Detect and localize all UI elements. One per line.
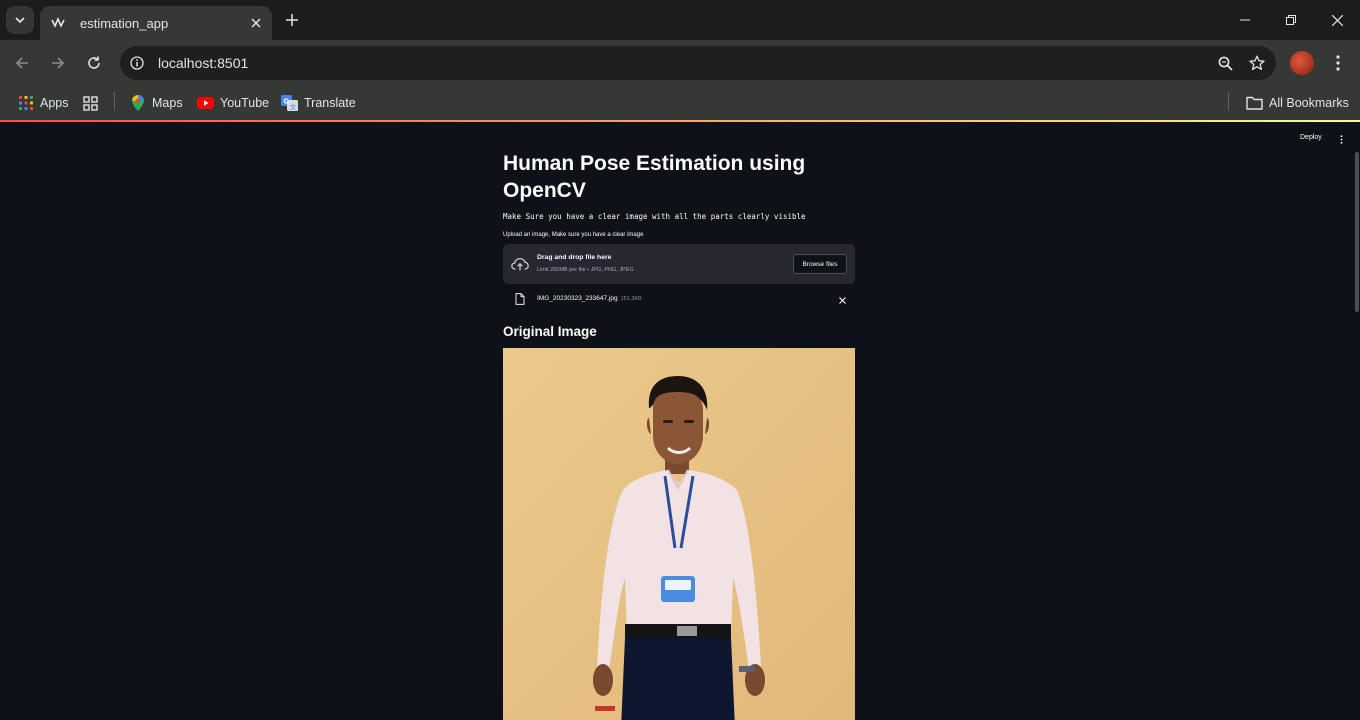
minimize-button[interactable] [1222,0,1268,40]
cloud-upload-icon [511,257,529,271]
bookmark-label: Translate [304,96,356,110]
uploaded-file-name: IMG_20230323_233647.jpg 151.3KB [537,295,642,302]
bookmarks-bar: Apps Maps YouTube G文 Translate All Bookm… [0,86,1360,120]
forward-button[interactable] [46,51,70,75]
apps-grid-icon [18,95,34,111]
uploaded-file-size: 151.3KB [620,296,642,302]
browser-toolbar: localhost:8501 [0,40,1360,86]
close-window-button[interactable] [1314,0,1360,40]
more-vertical-icon [1336,55,1340,71]
arrow-left-icon [15,57,28,69]
bookmark-label: YouTube [220,96,270,110]
close-icon [1331,14,1343,26]
restore-button[interactable] [1268,0,1314,40]
browser-menu-button[interactable] [1326,51,1350,75]
file-dropzone[interactable]: Drag and drop file here Limit 200MB per … [503,244,855,284]
folder-icon [1245,95,1263,111]
browser-tabstrip: estimation_app [0,0,1360,40]
person-photo-illustration [503,348,855,720]
reload-button[interactable] [82,51,106,75]
page-title: Human Pose Estimation using OpenCV [503,152,806,202]
file-name-text: IMG_20230323_233647.jpg [537,295,618,302]
streamlit-favicon-icon [50,15,66,31]
arrow-right-icon [52,57,65,69]
bookmark-youtube[interactable]: YouTube [196,92,269,114]
reload-icon [88,56,100,69]
youtube-icon [196,95,214,111]
site-info-icon[interactable] [124,50,150,76]
bookmarks-separator [114,92,115,110]
bookmark-label: Maps [152,96,183,110]
page-scrollbar[interactable] [1355,152,1359,312]
app-main-area: Deploy Human Pose Estimation using OpenC… [0,122,1360,720]
tab-title: estimation_app [80,15,169,31]
bookmarks-separator [1228,92,1229,110]
more-vertical-icon [1340,134,1342,144]
tab-close-icon[interactable] [246,13,266,33]
bookmark-label: Apps [40,96,69,110]
bookmark-translate[interactable]: G文 Translate [280,92,356,114]
file-icon [515,293,525,305]
uploaded-file-row: IMG_20230323_233647.jpg 151.3KB [503,290,855,310]
chevron-down-icon [15,17,25,24]
app-menu-button[interactable] [1336,134,1346,144]
close-icon [838,296,846,304]
uploaded-photo [503,348,855,720]
all-bookmarks[interactable]: All Bookmarks [1245,92,1349,114]
instruction-text: Make Sure you have a clear image with al… [503,212,806,221]
deploy-button[interactable]: Deploy [1300,134,1322,141]
url-text[interactable]: localhost:8501 [158,55,1212,71]
original-image-subheader: Original Image [503,324,597,339]
bookmark-maps[interactable]: Maps [130,92,183,114]
profile-avatar[interactable] [1290,51,1314,75]
zoom-icon[interactable] [1212,50,1238,76]
back-button[interactable] [10,51,34,75]
bookmark-apps[interactable]: Apps [18,92,69,114]
browse-files-button[interactable]: Browse files [793,254,847,274]
tab-search-button[interactable] [6,6,34,34]
new-tab-button[interactable] [280,8,304,32]
dropzone-title: Drag and drop file here [537,254,612,261]
restore-icon [1286,15,1296,25]
file-uploader-label: Upload an image, Make sure you have a cl… [503,232,644,238]
address-bar[interactable]: localhost:8501 [120,46,1276,80]
all-bookmarks-label: All Bookmarks [1269,96,1349,110]
plus-icon [286,14,298,26]
browser-tab[interactable]: estimation_app [40,6,272,40]
dropzone-hint: Limit 200MB per file • JPG, PNG, JPEG [537,267,634,273]
maps-pin-icon [130,95,146,111]
tab-groups-icon [82,95,98,111]
bookmark-tab-groups[interactable] [82,92,104,114]
bookmark-star-icon[interactable] [1244,50,1270,76]
svg-text:文: 文 [289,102,296,111]
remove-file-button[interactable] [837,295,847,305]
translate-icon: G文 [280,95,298,111]
minimize-icon [1240,19,1250,21]
svg-text:G: G [283,98,289,106]
